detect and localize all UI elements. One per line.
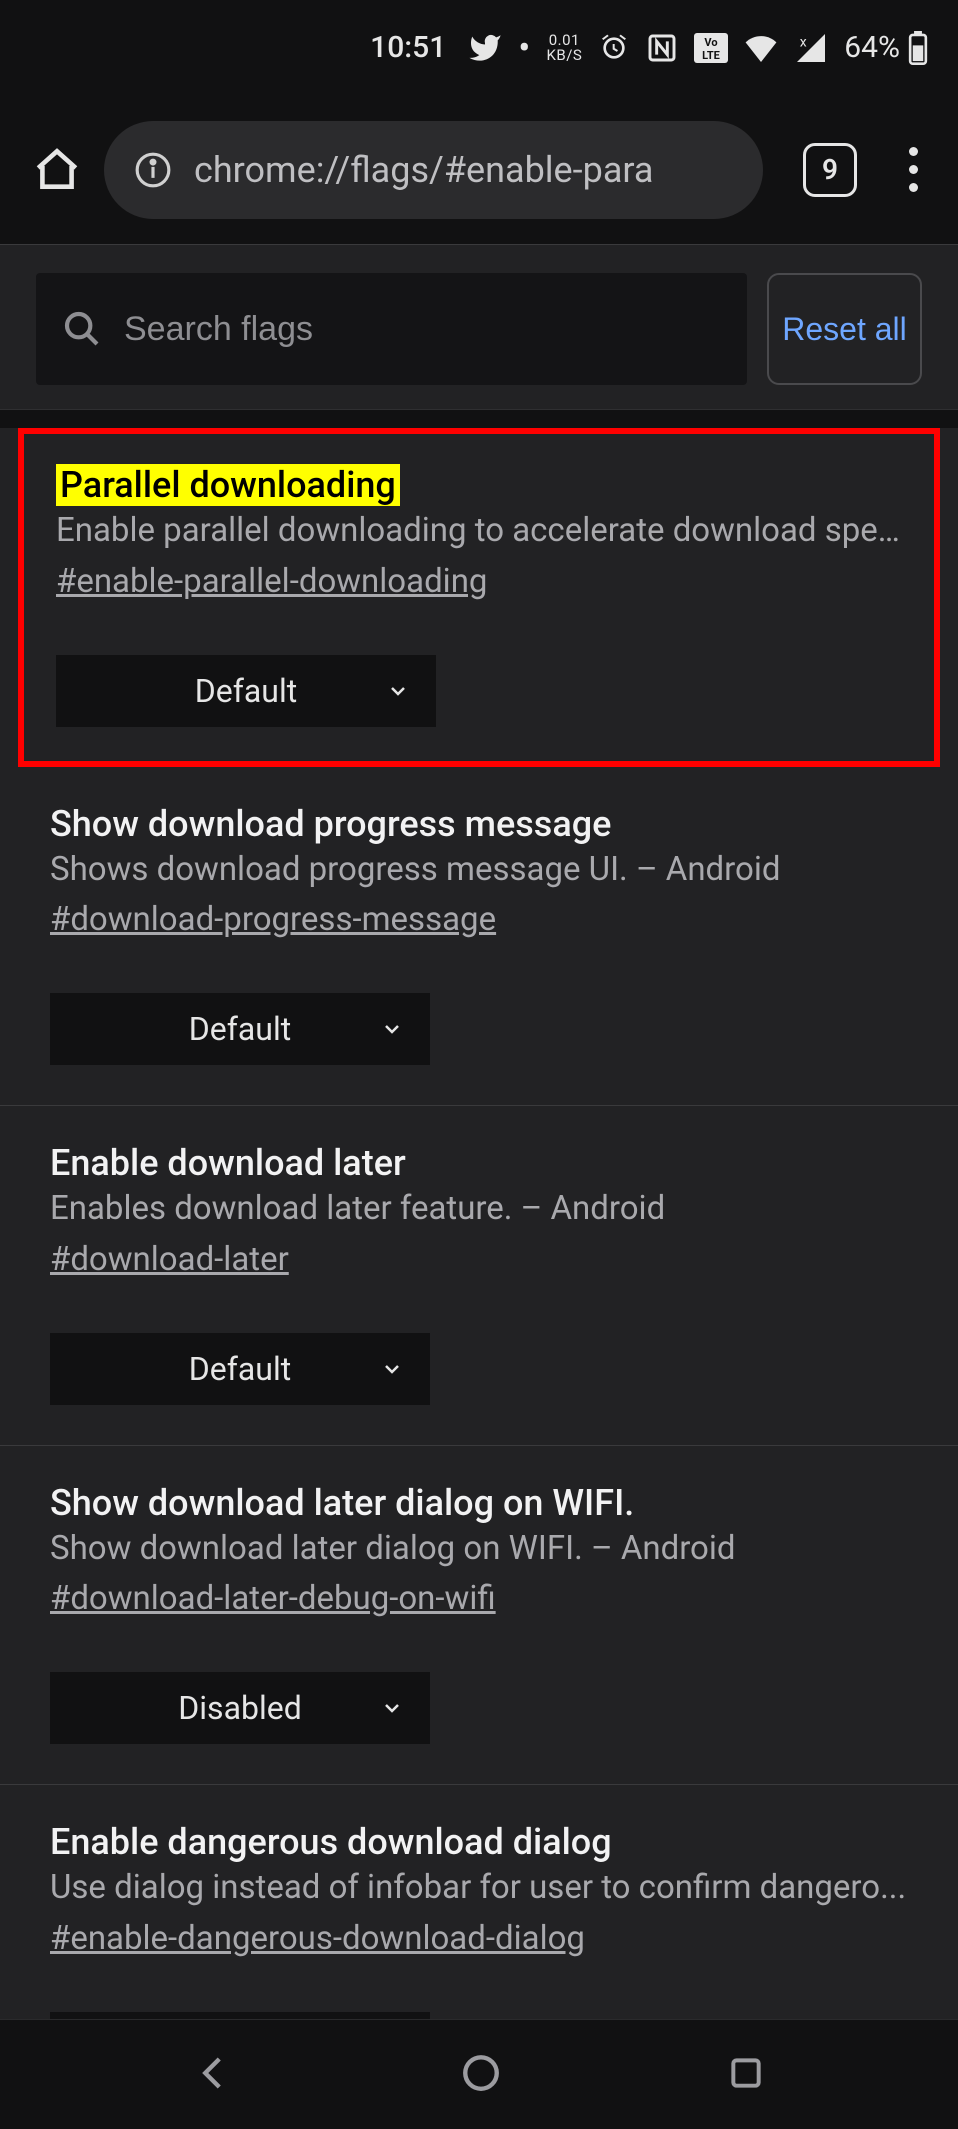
- home-button[interactable]: [32, 145, 82, 195]
- flag-row: Show download later dialog on WIFI. Show…: [0, 1446, 958, 1786]
- flag-row: Parallel downloading Enable parallel dow…: [18, 428, 940, 767]
- flag-row: Enable download later Enables download l…: [0, 1106, 958, 1446]
- android-nav-bar: [0, 2019, 958, 2129]
- flag-description: Show download later dialog on WIFI. – An…: [50, 1524, 908, 1574]
- chevron-down-icon: [380, 1357, 404, 1381]
- flag-value-label: Default: [50, 1350, 430, 1388]
- flag-anchor-link[interactable]: #download-progress-message: [50, 900, 496, 939]
- wifi-icon: [744, 34, 778, 62]
- nav-home-button[interactable]: [460, 2052, 502, 2098]
- network-speed-indicator: 0.01 KB/S: [546, 33, 582, 63]
- volte-icon: VoLTE: [694, 33, 728, 63]
- flag-value-label: Disabled: [50, 1689, 430, 1727]
- status-time: 10:51: [370, 30, 446, 65]
- search-flags-box[interactable]: [36, 273, 747, 385]
- flags-header: Reset all: [0, 245, 958, 410]
- tab-switcher-button[interactable]: 9: [803, 143, 857, 197]
- url-bar[interactable]: chrome://flags/#enable-para: [104, 121, 763, 219]
- alarm-icon: [598, 32, 630, 64]
- reset-all-label: Reset all: [782, 309, 907, 349]
- chevron-down-icon: [380, 1696, 404, 1720]
- nav-back-button[interactable]: [193, 2052, 235, 2098]
- flag-value-label: Default: [50, 1010, 430, 1048]
- flag-description: Enable parallel downloading to accelerat…: [56, 506, 902, 556]
- flag-anchor-link[interactable]: #download-later: [50, 1240, 289, 1279]
- flag-title: Parallel downloading: [56, 464, 400, 506]
- android-status-bar: 10:51 • 0.01 KB/S VoLTE x 64%: [0, 0, 958, 95]
- battery-icon: [908, 31, 928, 65]
- search-flags-input[interactable]: [124, 310, 721, 349]
- battery-percent: 64%: [844, 30, 900, 65]
- reset-all-button[interactable]: Reset all: [767, 273, 922, 385]
- svg-text:x: x: [800, 34, 807, 50]
- flag-value-dropdown[interactable]: Default: [56, 655, 436, 727]
- flags-list: Parallel downloading Enable parallel dow…: [0, 428, 958, 2124]
- flag-row: Show download progress message Shows dow…: [0, 767, 958, 1107]
- flag-title: Enable dangerous download dialog: [50, 1821, 612, 1863]
- svg-text:LTE: LTE: [702, 49, 720, 62]
- flag-description: Shows download progress message UI. – An…: [50, 845, 908, 895]
- battery-indicator: 64%: [844, 30, 928, 65]
- flag-anchor-link[interactable]: #download-later-debug-on-wifi: [50, 1579, 496, 1618]
- flag-anchor-link[interactable]: #enable-parallel-downloading: [56, 562, 487, 601]
- site-info-icon[interactable]: [134, 151, 172, 189]
- flag-anchor-link[interactable]: #enable-dangerous-download-dialog: [50, 1919, 585, 1958]
- flag-value-dropdown[interactable]: Default: [50, 1333, 430, 1405]
- chevron-down-icon: [380, 1017, 404, 1041]
- search-icon: [62, 309, 102, 349]
- nfc-icon: [646, 32, 678, 64]
- nav-recents-button[interactable]: [727, 2054, 765, 2096]
- flag-description: Enables download later feature. – Androi…: [50, 1184, 908, 1234]
- url-text: chrome://flags/#enable-para: [194, 149, 733, 191]
- cellular-signal-icon: x: [794, 34, 828, 62]
- flag-title: Show download progress message: [50, 803, 611, 845]
- flag-value-label: Default: [56, 672, 436, 710]
- flag-description: Use dialog instead of infobar for user t…: [50, 1863, 908, 1913]
- overflow-menu-button[interactable]: [897, 147, 930, 192]
- flag-value-dropdown[interactable]: Disabled: [50, 1672, 430, 1744]
- flag-title: Show download later dialog on WIFI.: [50, 1482, 634, 1524]
- flag-title: Enable download later: [50, 1142, 406, 1184]
- twitter-icon: [468, 31, 502, 65]
- svg-text:Vo: Vo: [705, 36, 718, 49]
- tab-count: 9: [822, 153, 838, 186]
- browser-toolbar: chrome://flags/#enable-para 9: [0, 95, 958, 245]
- flag-value-dropdown[interactable]: Default: [50, 993, 430, 1065]
- chevron-down-icon: [386, 679, 410, 703]
